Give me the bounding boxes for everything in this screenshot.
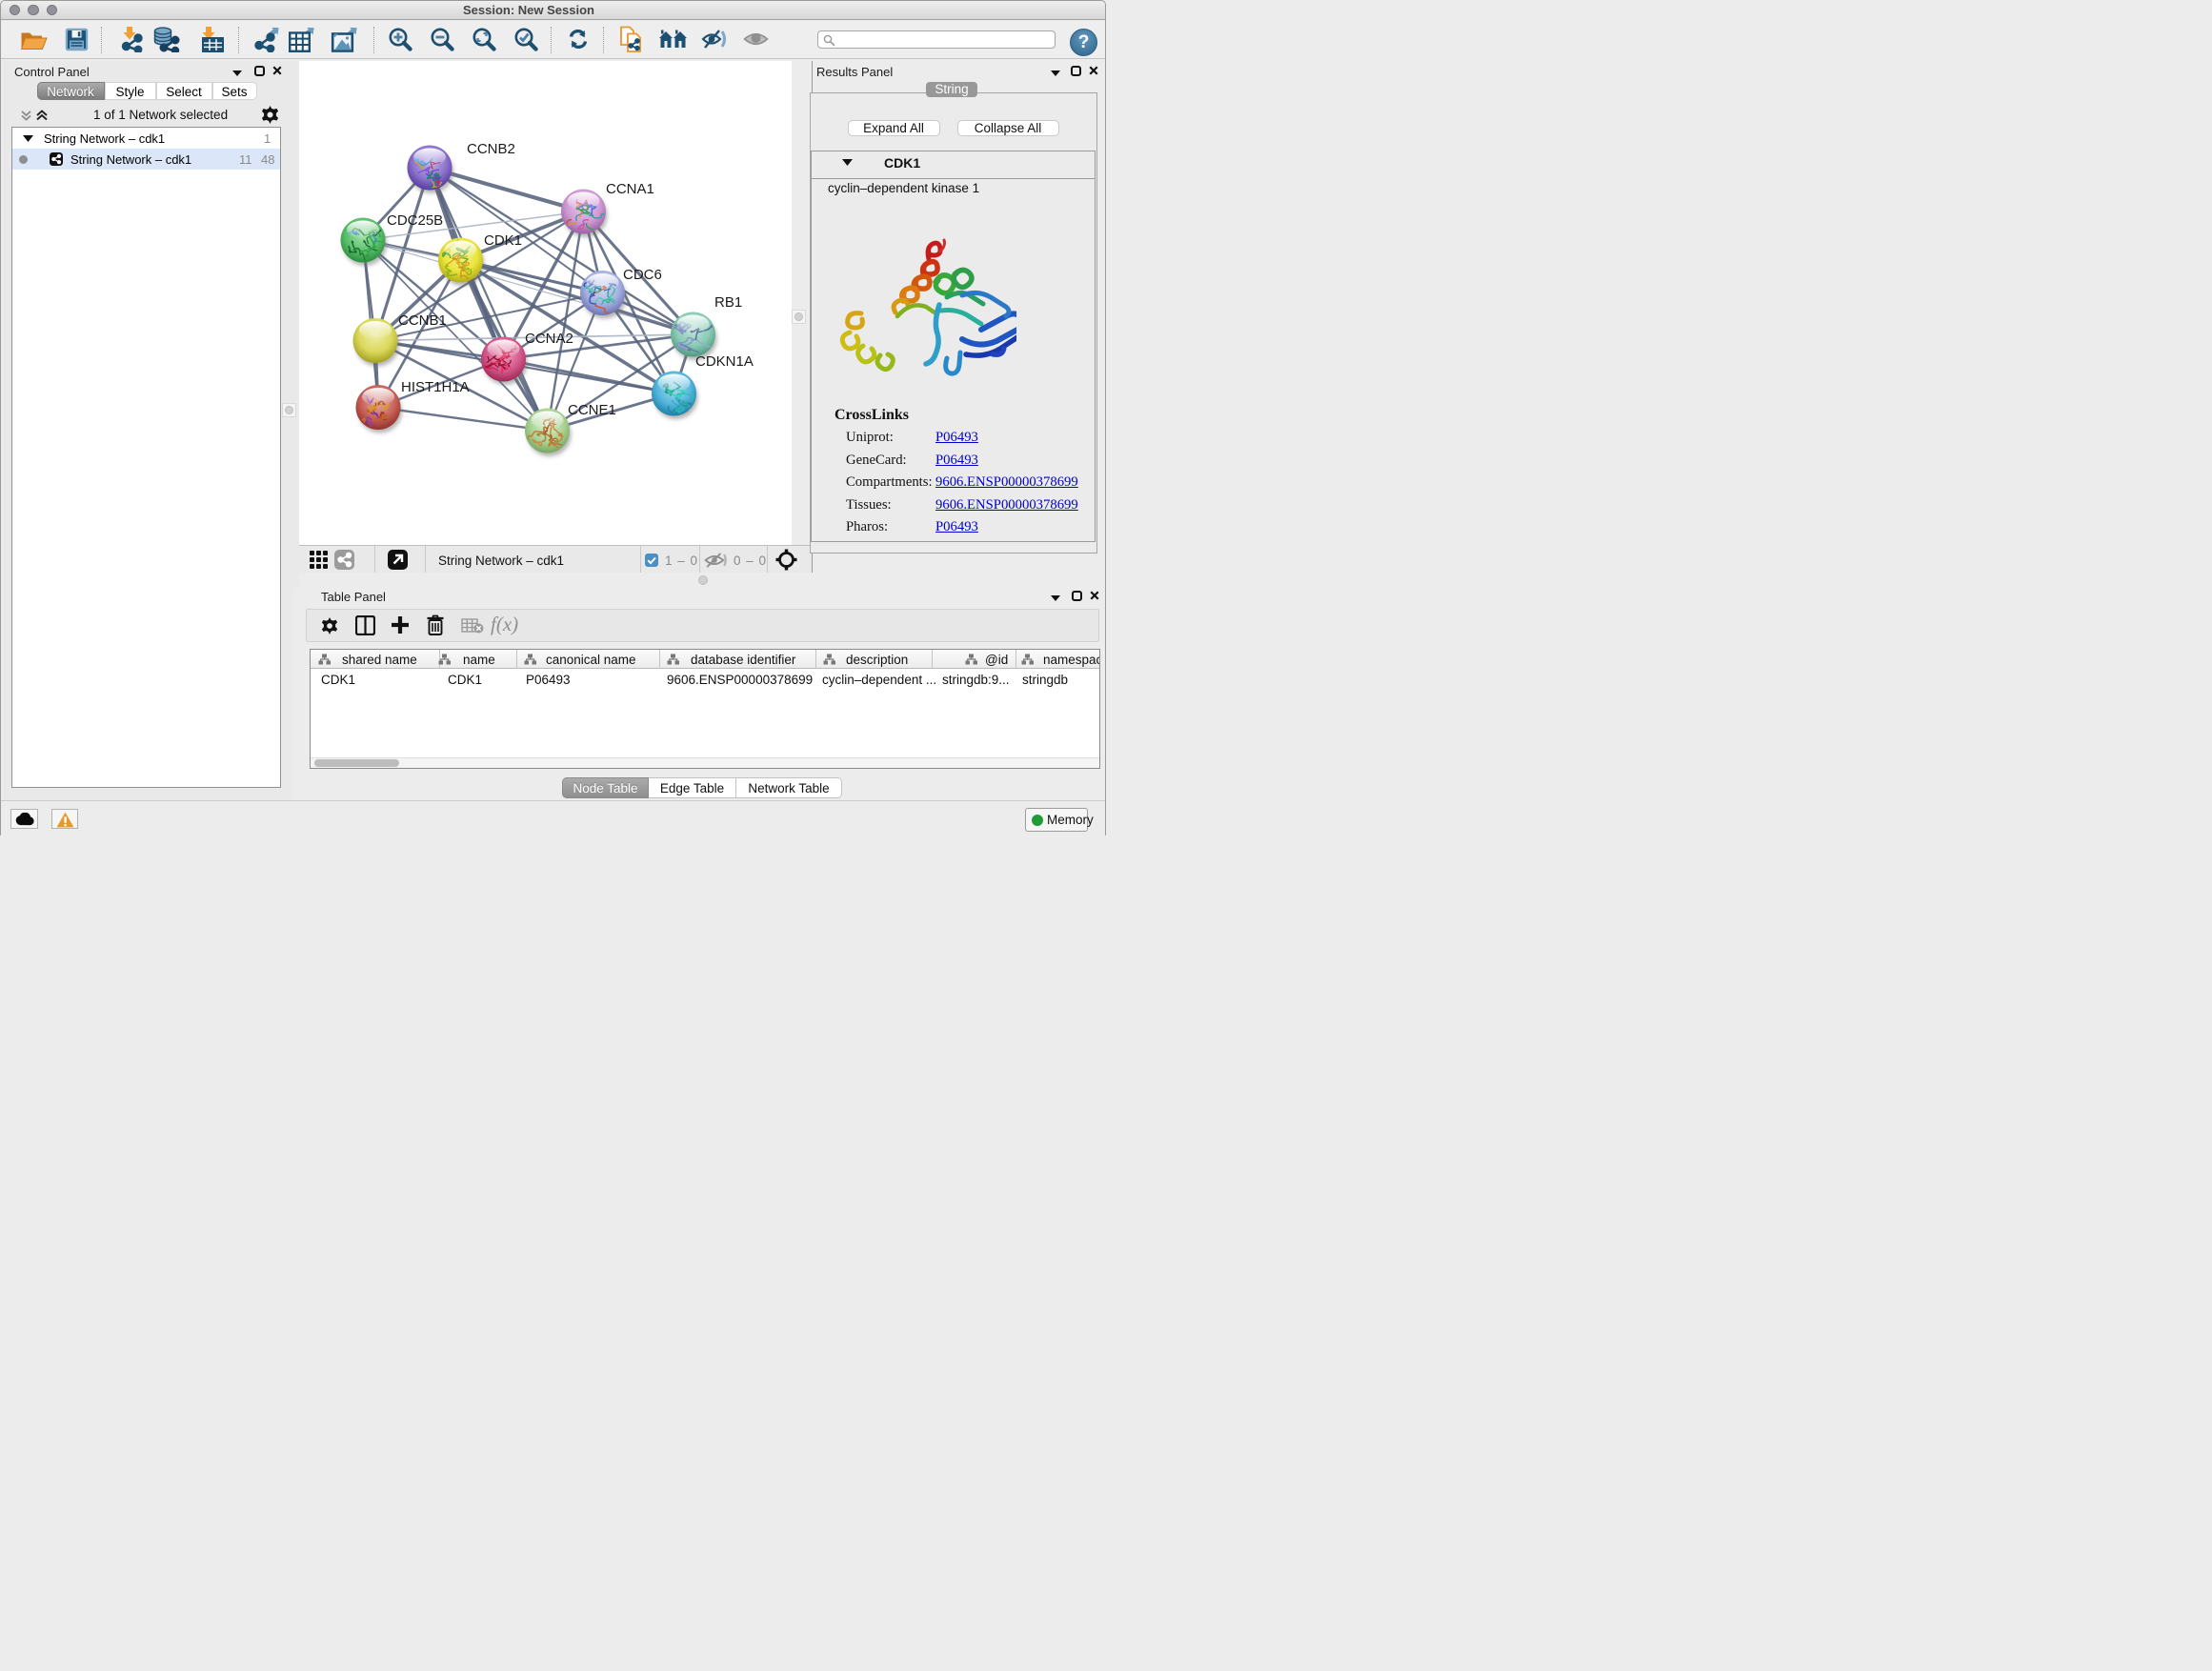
svg-text:CDKN1A: CDKN1A (695, 353, 754, 370)
svg-text:CDK1: CDK1 (484, 232, 522, 249)
svg-text:CDC25B: CDC25B (387, 212, 443, 229)
svg-text:RB1: RB1 (714, 294, 742, 311)
svg-text:CCNA1: CCNA1 (606, 181, 654, 197)
svg-text:CCNB2: CCNB2 (467, 141, 515, 157)
svg-text:HIST1H1A: HIST1H1A (401, 379, 470, 395)
svg-text:CCNB1: CCNB1 (398, 312, 447, 329)
svg-text:CCNA2: CCNA2 (525, 331, 573, 347)
svg-text:CCNE1: CCNE1 (568, 402, 616, 418)
svg-text:CDC6: CDC6 (623, 267, 662, 283)
